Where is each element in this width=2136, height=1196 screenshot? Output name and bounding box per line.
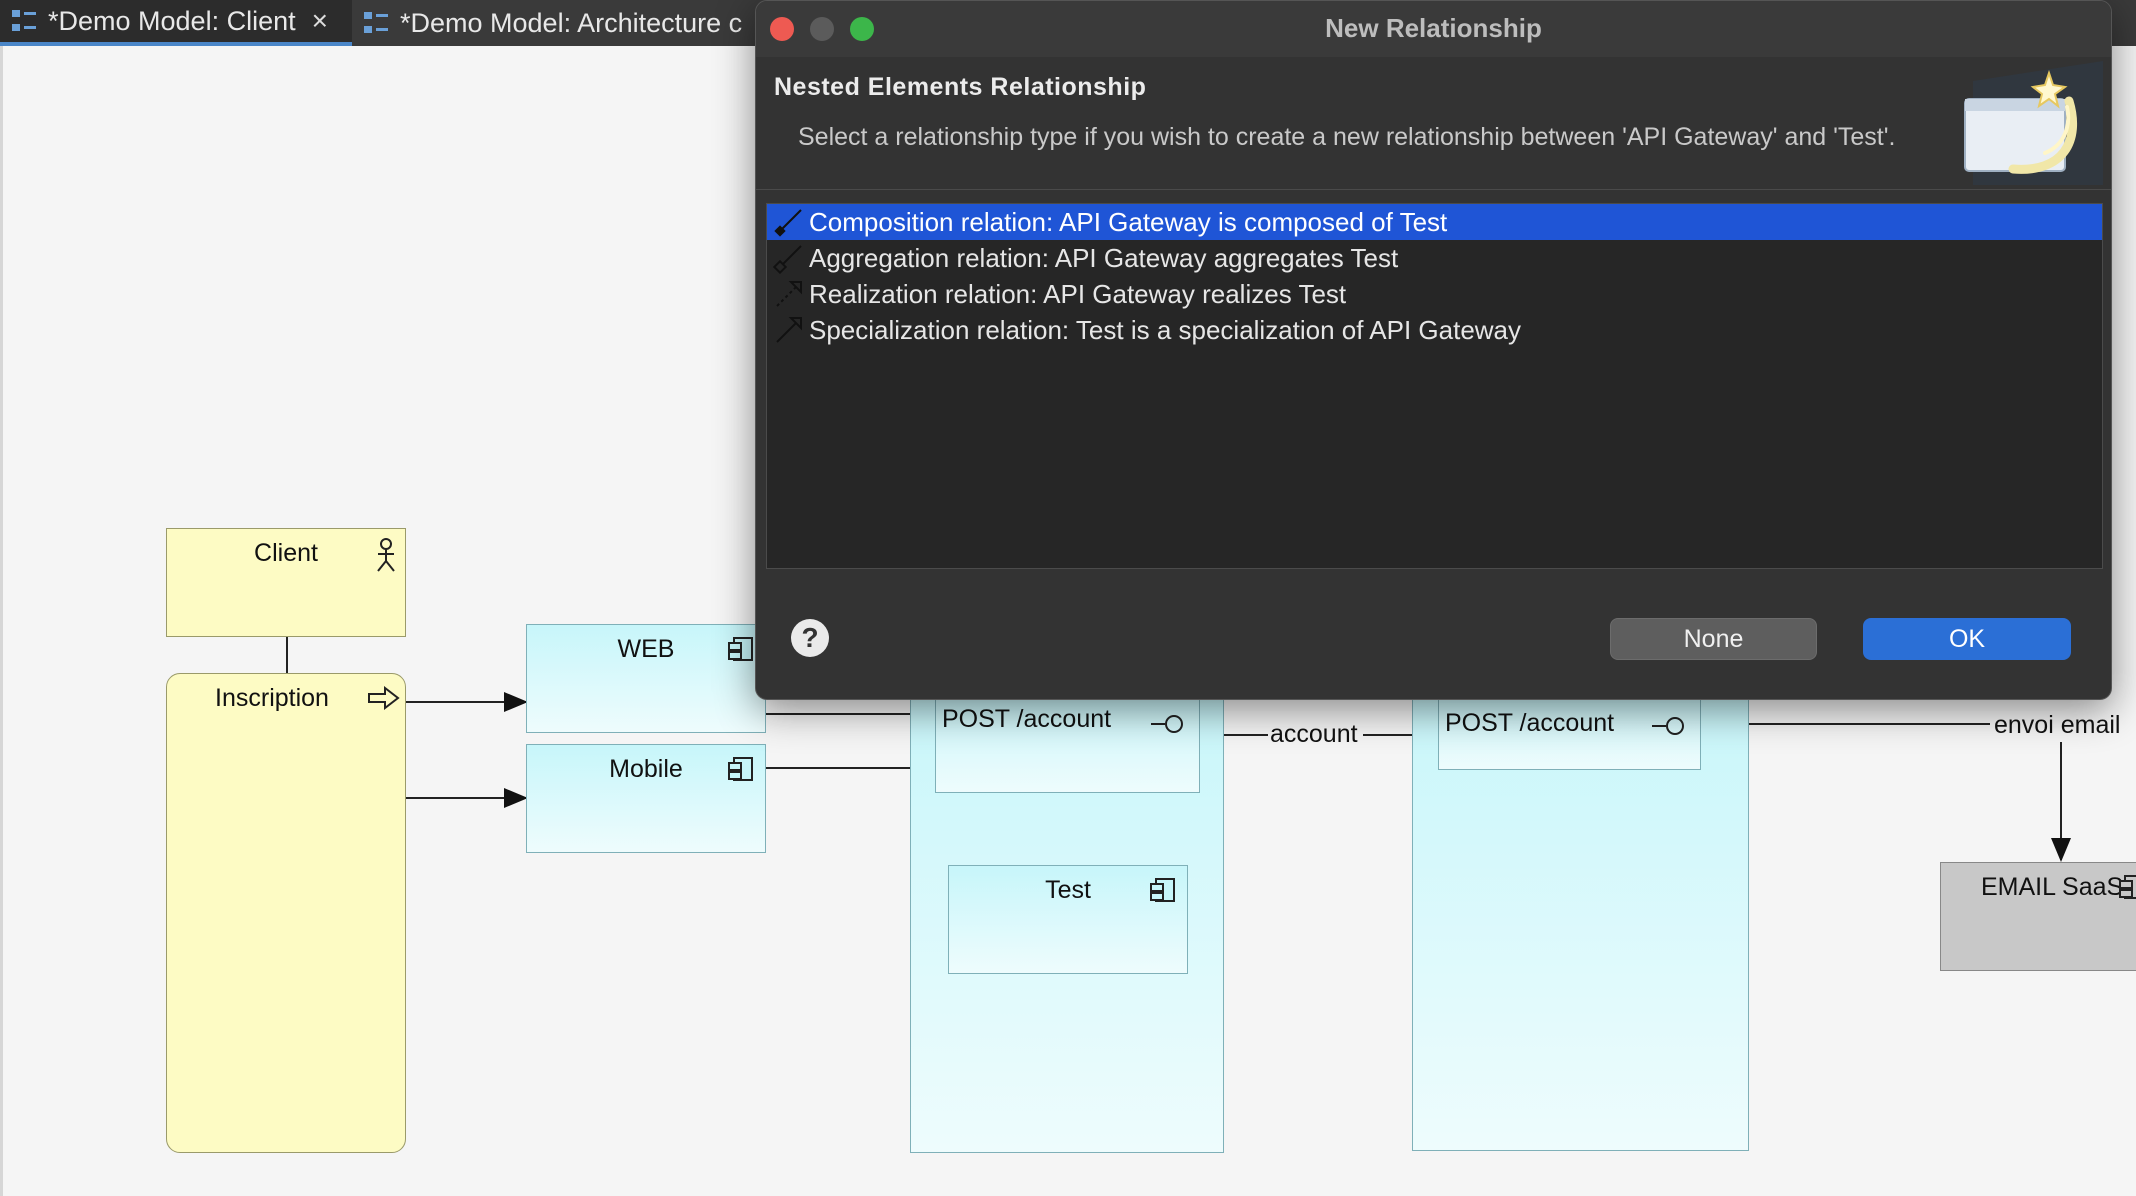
component-icon [728, 757, 753, 781]
aggregation-icon [773, 245, 802, 274]
specialization-icon [776, 317, 802, 343]
node-label: Client [254, 539, 318, 567]
component-icon [1150, 878, 1175, 902]
wizard-banner-icon [1964, 61, 2103, 185]
node-label: POST /account [1445, 709, 1615, 737]
list-item-label: Aggregation relation: API Gateway aggreg… [809, 242, 1399, 273]
list-item-label: Realization relation: API Gateway realiz… [809, 278, 1347, 309]
component-icon [728, 637, 753, 661]
list-item-specialization[interactable]: Specialization relation: Test is a speci… [767, 312, 2102, 348]
header-title: Nested Elements Relationship [774, 73, 1147, 101]
interface-icon-stem [1652, 725, 1666, 727]
interface-icon [1165, 715, 1183, 733]
dialog-titlebar: New Relationship [756, 1, 2111, 58]
list-item-aggregation[interactable]: Aggregation relation: API Gateway aggreg… [767, 240, 2102, 276]
header-description: Select a relationship type if you wish t… [798, 123, 1896, 151]
interface-icon [1666, 717, 1684, 735]
new-relationship-dialog: New Relationship Nested Elements Relatio… [755, 0, 2112, 700]
actor-icon [377, 538, 395, 572]
interface-icon-stem [1151, 723, 1165, 725]
process-arrow-icon [368, 686, 400, 710]
web-component[interactable]: WEB [526, 624, 766, 733]
relationship-list[interactable]: Composition relation: API Gateway is com… [766, 203, 2103, 569]
email-saas-component[interactable]: EMAIL SaaS [1940, 862, 2136, 971]
node-label: Inscription [215, 684, 329, 712]
node-label: EMAIL SaaS [1981, 873, 2124, 901]
inscription-process[interactable]: Inscription [166, 673, 406, 1153]
list-item-label: Specialization relation: Test is a speci… [809, 314, 1522, 345]
post-account-interface-right[interactable]: POST /account [1438, 690, 1701, 770]
test-component[interactable]: Test [948, 865, 1188, 974]
list-item-label: Composition relation: API Gateway is com… [809, 206, 1448, 237]
component-icon [2119, 875, 2136, 899]
edge-label-envoi-email: envoi email [1992, 711, 2123, 740]
realization-icon [776, 281, 802, 307]
client-actor[interactable]: Client [166, 528, 406, 637]
dialog-header: Nested Elements Relationship Select a re… [756, 57, 2111, 190]
list-item-composition[interactable]: Composition relation: API Gateway is com… [767, 204, 2102, 240]
node-label: POST /account [942, 705, 1112, 733]
mobile-component[interactable]: Mobile [526, 744, 766, 853]
help-button[interactable]: ? [791, 619, 829, 657]
none-button[interactable]: None [1610, 618, 1817, 660]
dialog-title: New Relationship [1325, 13, 1542, 43]
composition-icon [774, 209, 802, 237]
list-item-realization[interactable]: Realization relation: API Gateway realiz… [767, 276, 2102, 312]
ok-button[interactable]: OK [1863, 618, 2071, 660]
post-account-interface-left[interactable]: POST /account [935, 690, 1200, 793]
edge-label-account: account [1268, 720, 1360, 749]
